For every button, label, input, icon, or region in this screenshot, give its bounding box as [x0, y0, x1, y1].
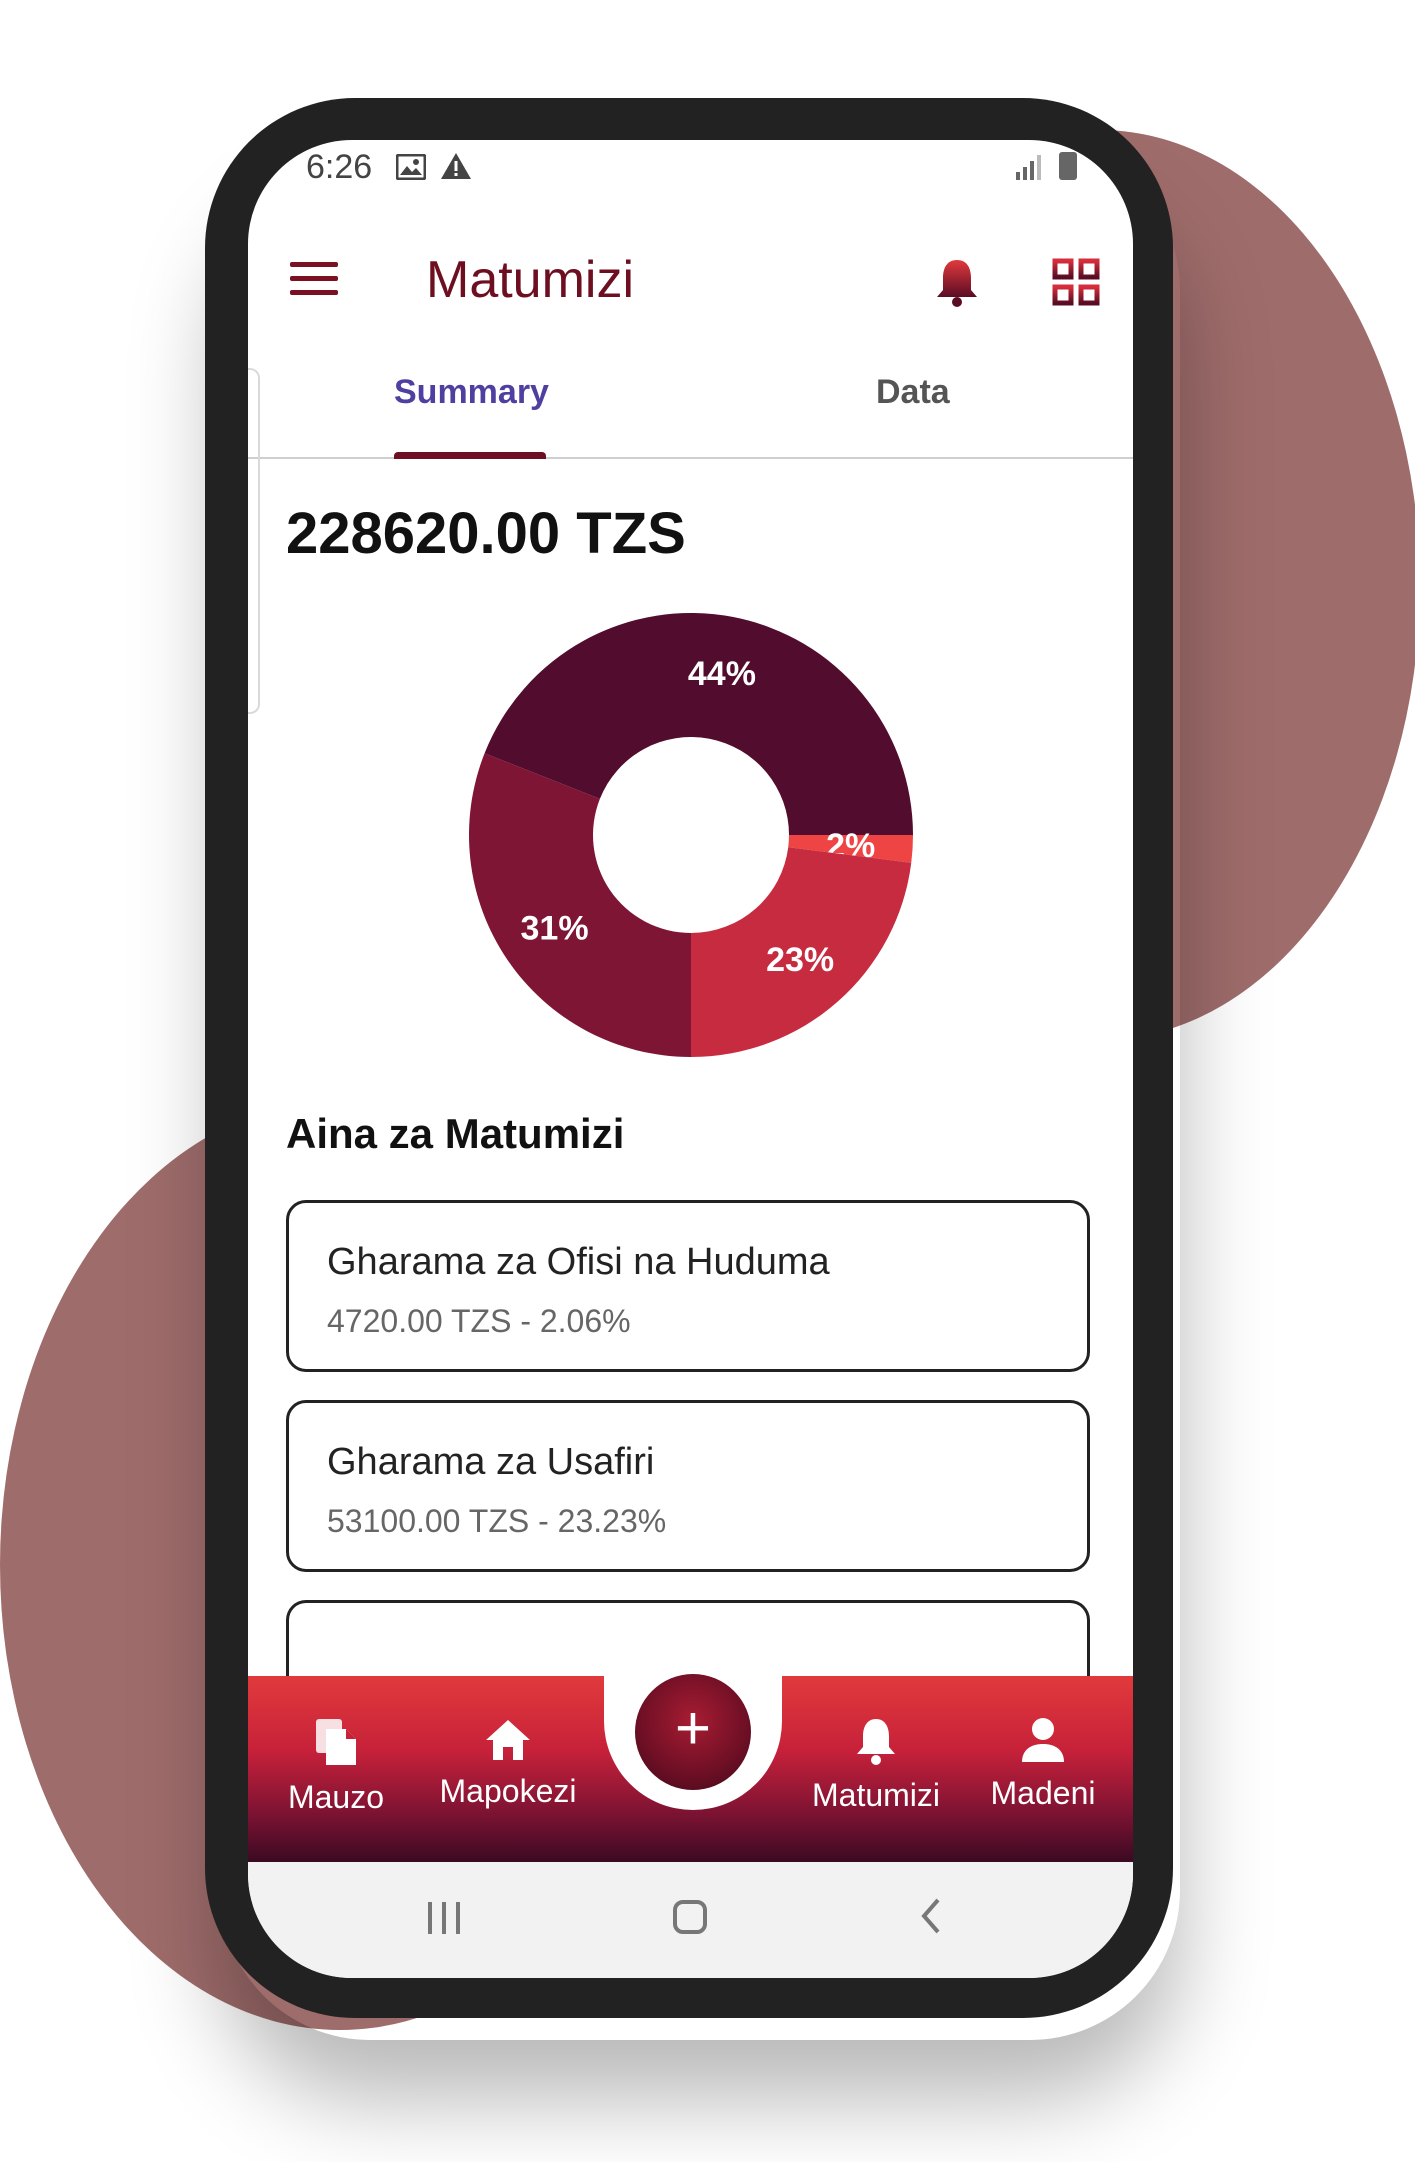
menu-icon-line: [290, 262, 338, 267]
menu-icon-line: [290, 290, 338, 295]
add-button[interactable]: +: [635, 1674, 751, 1790]
system-navigation-bar: [248, 1862, 1133, 1978]
page-title: Matumizi: [426, 251, 635, 309]
recents-icon[interactable]: [424, 1900, 464, 1941]
menu-button[interactable]: [290, 262, 338, 302]
nav-madeni[interactable]: Madeni: [978, 1716, 1108, 1812]
image-icon: [395, 153, 427, 185]
nav-mapokezi[interactable]: Mapokezi: [428, 1716, 588, 1810]
nav-mauzo[interactable]: Mauzo: [276, 1716, 396, 1816]
bell-icon: [853, 1719, 899, 1770]
app-bar: Matumizi: [248, 230, 1133, 340]
category-card[interactable]: Gharama za Ofisi na Huduma 4720.00 TZS -…: [286, 1200, 1090, 1372]
total-amount: 228620.00 TZS: [286, 501, 686, 566]
status-time: 6:26: [306, 148, 373, 186]
grid-icon[interactable]: [1052, 258, 1100, 311]
signal-icon: [1015, 154, 1043, 185]
section-title: Aina za Matumizi: [286, 1110, 625, 1157]
side-drawer-edge: [248, 368, 260, 714]
nav-matumizi[interactable]: Matumizi: [796, 1716, 956, 1814]
chart-slice-label: 31%: [521, 910, 589, 948]
status-bar: 6:26: [248, 140, 1133, 200]
home-icon: [482, 1720, 534, 1766]
plus-icon: +: [674, 1694, 712, 1763]
chart-slice-label: 44%: [688, 655, 756, 693]
person-icon: [1020, 1718, 1066, 1768]
category-name: Gharama za Usafiri: [327, 1441, 655, 1483]
warning-icon: [440, 152, 472, 185]
category-detail: 53100.00 TZS - 23.23%: [327, 1503, 667, 1539]
menu-icon-line: [290, 276, 338, 281]
file-icon: [313, 1719, 359, 1772]
nav-label: Mauzo: [287, 1779, 385, 1815]
nav-label: Matumizi: [811, 1777, 940, 1813]
category-detail: 4720.00 TZS - 2.06%: [327, 1303, 631, 1339]
phone-screen: 6:26 Matumizi Summary Data 228620.00 TZS…: [248, 140, 1133, 1978]
notifications-bell-icon[interactable]: [934, 256, 980, 313]
home-nav-icon[interactable]: [673, 1900, 707, 1934]
chart-slice-label: 23%: [766, 941, 834, 979]
tab-summary[interactable]: Summary: [394, 373, 549, 412]
expense-donut-chart: 44%2%23%31%: [469, 613, 913, 1057]
chart-slice: [469, 753, 691, 1057]
tab-bar: Summary Data: [248, 345, 1133, 459]
nav-label: Madeni: [990, 1775, 1096, 1811]
nav-label: Mapokezi: [439, 1773, 577, 1809]
category-card[interactable]: Gharama za Usafiri 53100.00 TZS - 23.23%: [286, 1400, 1090, 1572]
category-name: Gharama za Ofisi na Huduma: [327, 1241, 830, 1283]
back-icon[interactable]: [916, 1896, 944, 1941]
battery-icon: [1059, 152, 1077, 180]
active-tab-indicator: [394, 452, 546, 459]
tab-data[interactable]: Data: [876, 373, 950, 412]
